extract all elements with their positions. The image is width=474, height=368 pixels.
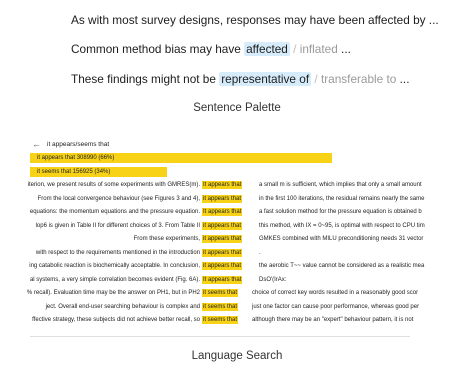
option-separator: /	[314, 72, 318, 86]
sentence-1: As with most survey designs, responses m…	[71, 13, 439, 27]
selected-option[interactable]: representative of	[219, 72, 312, 86]
right-context: .	[259, 249, 261, 256]
right-context: in the first 100 iterations, the residua…	[259, 195, 425, 202]
keyword-match: it seems that	[202, 316, 239, 324]
sentence-2: Common method bias may have affected / i…	[71, 42, 351, 56]
keyword-match: It appears that	[202, 208, 243, 216]
left-context: % recall). Evaluation time may be the an…	[26, 290, 200, 296]
right-context: although there may be an "expert" behavi…	[252, 317, 414, 323]
right-context: GMKES combined with MILU preconditioning…	[259, 236, 424, 242]
left-context: From the local convergence behaviour (se…	[37, 195, 200, 202]
sentence-prefix: Common method bias may have	[71, 42, 245, 56]
concordance-row[interactable]: From these experiments, it appears that GM…	[0, 235, 474, 245]
search-query[interactable]: it appears/seems that	[47, 141, 109, 148]
sentence-prefix: These findings might not be	[71, 72, 220, 86]
result-bar-appears[interactable]: it appears that 308990 (66%)	[30, 153, 332, 163]
right-context: just one factor can cause poor performan…	[252, 303, 420, 310]
left-context: equations: the momentum equations and th…	[29, 209, 200, 215]
concordance-row[interactable]: equations: the momentum equations and th…	[0, 208, 474, 218]
keyword-match: it appears that	[202, 262, 243, 270]
keyword-match: it appears that	[202, 194, 243, 203]
concordance-row[interactable]: ject. Overall end-user searching behavio…	[0, 302, 474, 313]
alternative-option[interactable]: inflated	[300, 42, 338, 56]
right-context: choice of correct key words resulted in …	[252, 290, 419, 296]
left-context: ffective strategy, these subjects did no…	[32, 317, 200, 323]
left-context: From these experiments,	[133, 236, 200, 242]
concordance-row[interactable]: From the local convergence behaviour (se…	[0, 194, 474, 205]
concordance-row[interactable]: ing catabolic reaction is biochemically …	[0, 262, 474, 272]
concordance-row[interactable]: with respect to the requirements mention…	[0, 248, 474, 259]
right-context: a fast solution method for the pressure …	[259, 209, 422, 215]
sentence-text: As with most survey designs, responses m…	[71, 13, 439, 27]
concordance-row[interactable]: iterion, we present results of some expe…	[0, 181, 474, 191]
keyword-match: it appears that	[202, 248, 243, 257]
keyword-match: It appears that	[202, 181, 243, 189]
left-context: with respect to the requirements mention…	[35, 249, 200, 256]
selected-option[interactable]: affected	[244, 42, 290, 56]
language-search-caption: Language Search	[191, 350, 283, 362]
left-context: ing catabolic reaction is biochemically …	[29, 263, 200, 269]
keyword-match: it seems that	[202, 289, 239, 297]
concordance-row[interactable]: % recall). Evaluation time may be the an…	[0, 289, 474, 299]
concordance-row[interactable]: lop6 is given in Table II for different …	[0, 221, 474, 232]
keyword-match: it seems that	[202, 302, 239, 311]
sentence-suffix: ...	[396, 72, 410, 86]
right-context: a small m is sufficient, which implies t…	[259, 182, 422, 188]
scrollbar[interactable]	[30, 336, 410, 337]
sentence-suffix: ...	[337, 42, 351, 56]
right-context: DsO'(IrAx:	[259, 276, 287, 283]
result-bar-seems[interactable]: it seems that 156925 (34%)	[30, 167, 167, 177]
arrow-left-icon[interactable]: ←	[32, 139, 41, 149]
option-separator: /	[293, 42, 297, 56]
left-context: lop6 is given in Table II for different …	[35, 222, 200, 229]
concordance-row[interactable]: al systems, a very simple correlation be…	[0, 275, 474, 286]
left-context: al systems, a very simple correlation be…	[29, 276, 200, 283]
alternative-option[interactable]: transferable to	[321, 72, 396, 86]
left-context: iterion, we present results of some expe…	[27, 182, 200, 188]
right-context: the aerobic T~~ value cannot be consider…	[259, 263, 425, 269]
keyword-match: it appears that	[202, 235, 243, 243]
keyword-match: It appears that	[202, 275, 243, 284]
left-context: ject. Overall end-user searching behavio…	[45, 303, 200, 310]
concordance-row[interactable]: ffective strategy, these subjects did no…	[0, 316, 474, 326]
sentence-palette-caption: Sentence Palette	[193, 102, 281, 114]
keyword-match: it appears that	[202, 221, 243, 230]
right-context: this method, with IX = 0~95, is optimal …	[259, 222, 425, 229]
sentence-3: These findings might not be representati…	[71, 72, 409, 86]
